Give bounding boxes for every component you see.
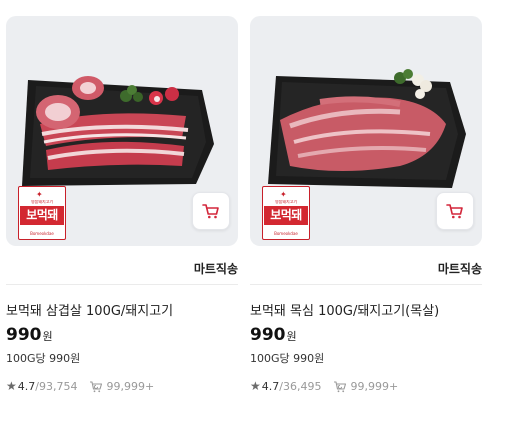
unit-price: 100G당 990원 — [6, 352, 81, 365]
brand-badge: ✦ 명품돼지고기 보먹돼 Bomeokdae — [18, 186, 66, 240]
price-row: 990 원 — [6, 325, 53, 345]
product-title[interactable]: 보먹돼 삼겹살 100G/돼지고기 — [6, 300, 238, 319]
rating-row: ★ 4.7 / 93,754 99,999+ — [6, 379, 154, 393]
star-icon: ★ — [250, 379, 261, 393]
brand-badge: ✦ 명품돼지고기 보먹돼 Bomeokdae — [262, 186, 310, 240]
star-icon: ★ — [6, 379, 17, 393]
seller-label: 마트직송 — [193, 262, 238, 276]
product-card[interactable]: ✦ 명품돼지고기 보먹돼 Bomeokdae 마트직송 보먹돼 목심 100G/… — [250, 16, 482, 393]
unit-price: 100G당 990원 — [250, 352, 325, 365]
price-value: 990 — [6, 325, 42, 345]
rebuy-icon — [334, 380, 347, 392]
rating-row: ★ 4.7 / 36,495 99,999+ — [250, 379, 398, 393]
divider — [250, 284, 482, 285]
product-card[interactable]: ✦ 명품돼지고기 보먹돼 Bomeokdae 마트직송 보먹돼 삼겹살 100G… — [6, 16, 238, 393]
maple-leaf-icon: ✦ — [36, 190, 43, 199]
review-count: 36,495 — [282, 379, 322, 393]
maple-leaf-icon: ✦ — [280, 190, 287, 199]
badge-subtext: Bomeokdae — [274, 231, 298, 236]
badge-subtext: Bomeokdae — [30, 231, 54, 236]
rebuy-stat: 99,999+ — [89, 380, 154, 393]
rebuy-count: 99,999+ — [106, 379, 155, 393]
divider — [6, 284, 238, 285]
badge-tagline: 명품돼지고기 — [274, 200, 298, 204]
badge-tagline: 명품돼지고기 — [30, 200, 54, 204]
price-value: 990 — [250, 325, 286, 345]
add-to-cart-button[interactable] — [436, 192, 474, 230]
rebuy-icon — [90, 380, 103, 392]
product-image[interactable]: ✦ 명품돼지고기 보먹돼 Bomeokdae — [6, 16, 238, 246]
badge-logo-text: 보먹돼 — [264, 206, 308, 225]
rating-value: 4.7 — [261, 379, 280, 393]
badge-logo-text: 보먹돼 — [20, 206, 64, 225]
product-image[interactable]: ✦ 명품돼지고기 보먹돼 Bomeokdae — [250, 16, 482, 246]
seller-label: 마트직송 — [437, 262, 482, 276]
rebuy-count: 99,999+ — [350, 379, 399, 393]
currency-label: 원 — [42, 330, 53, 343]
product-title[interactable]: 보먹돼 목심 100G/돼지고기(목살) — [250, 300, 482, 319]
review-count: 93,754 — [38, 379, 78, 393]
cart-icon — [202, 204, 219, 219]
rebuy-stat: 99,999+ — [333, 380, 398, 393]
currency-label: 원 — [286, 330, 297, 343]
price-row: 990 원 — [250, 325, 297, 345]
rating-value: 4.7 — [17, 379, 36, 393]
add-to-cart-button[interactable] — [192, 192, 230, 230]
cart-icon — [446, 204, 463, 219]
